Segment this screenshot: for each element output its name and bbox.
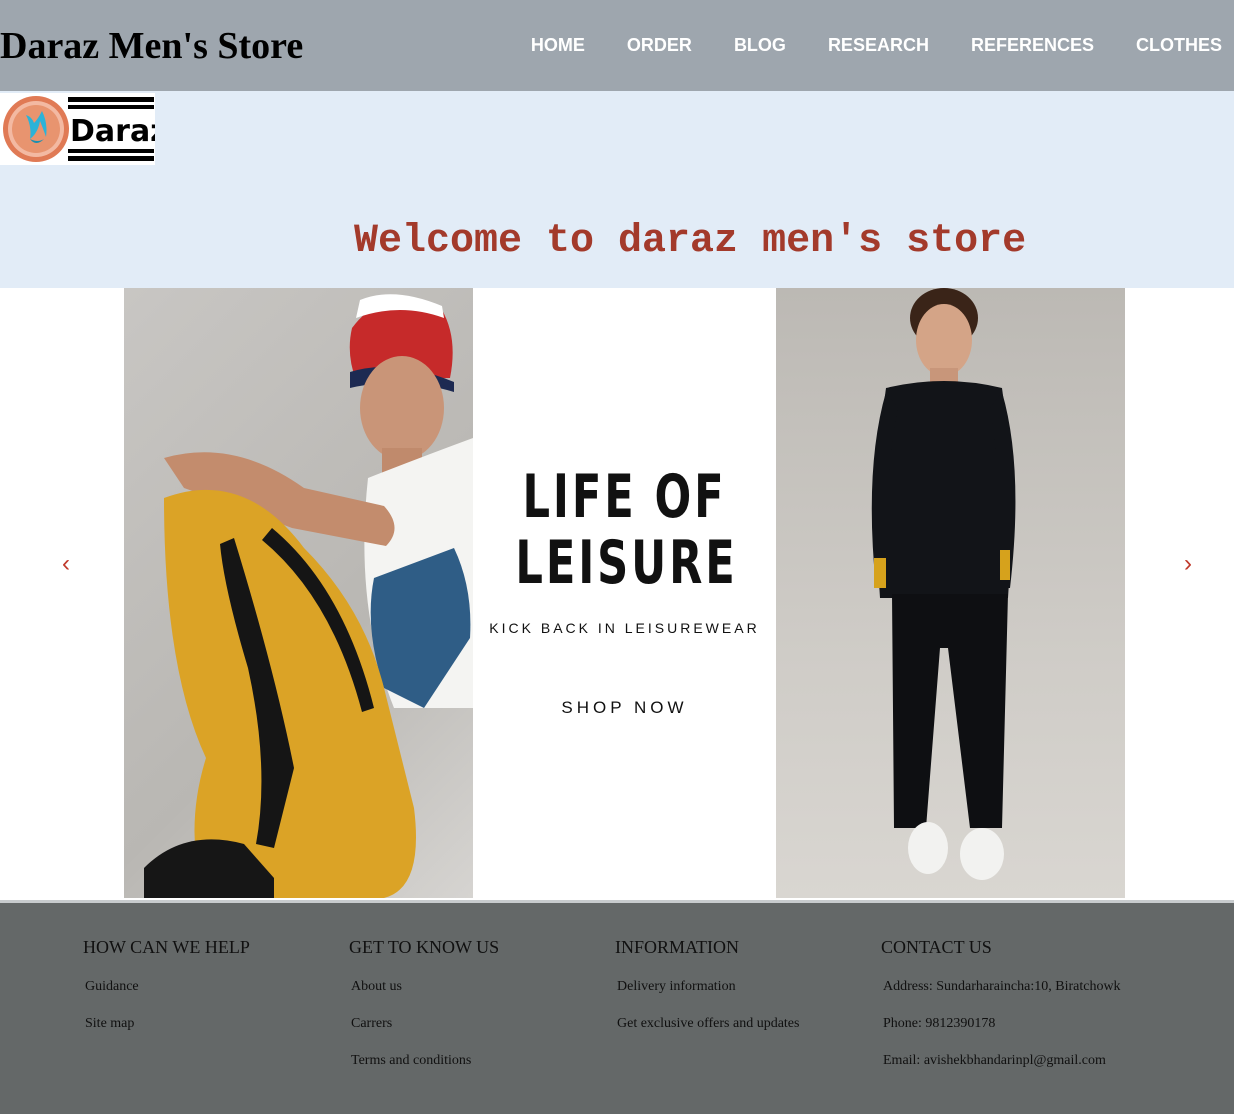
site-footer: HOW CAN WE HELP Guidance Site map GET TO…: [0, 903, 1234, 1114]
footer-link-about-us[interactable]: About us: [351, 979, 499, 995]
contact-phone: Phone: 9812390178: [883, 1016, 996, 1031]
footer-link-site-map[interactable]: Site map: [85, 1016, 250, 1032]
slider-prev-arrow[interactable]: ‹: [62, 550, 70, 578]
footer-heading-know-us: GET TO KNOW US: [349, 937, 500, 957]
model-illustration: [144, 294, 473, 898]
site-header: Daraz Men's Store HOME ORDER BLOG RESEAR…: [0, 0, 1234, 91]
nav-order[interactable]: ORDER: [627, 33, 692, 57]
shop-now-link[interactable]: SHOP NOW: [473, 698, 776, 718]
footer-link-delivery[interactable]: Delivery information: [617, 979, 799, 995]
footer-column-information: INFORMATION Delivery information Get exc…: [615, 937, 799, 1053]
contact-address: Address: Sundarharaincha:10, Biratchowk: [883, 979, 1121, 994]
logo-text: Daraz: [70, 114, 155, 149]
footer-link-offers[interactable]: Get exclusive offers and updates: [617, 1016, 799, 1032]
promo-subtitle: KICK BACK IN LEISUREWEAR: [489, 620, 760, 636]
daraz-logo[interactable]: Daraz: [0, 93, 168, 165]
contact-email: Email: avishekbhandarinpl@gmail.com: [883, 1053, 1106, 1068]
nav-blog[interactable]: BLOG: [734, 33, 786, 57]
footer-heading-contact: CONTACT US: [881, 937, 992, 957]
nav-references[interactable]: REFERENCES: [971, 33, 1094, 57]
promo-title: LIFE OF LEISURE: [515, 462, 738, 598]
model-illustration: [871, 288, 1016, 880]
model-photo-black-sweater: [776, 288, 1125, 898]
hero-slider: ‹ LIFE OF LEISURE KICK BACK IN LEISUREWE…: [0, 288, 1234, 900]
footer-heading-information: INFORMATION: [615, 937, 740, 957]
footer-column-contact: CONTACT US Address: Sundarharaincha:10, …: [881, 937, 1121, 1090]
promo-panel: LIFE OF LEISURE KICK BACK IN LEISUREWEAR…: [473, 288, 776, 898]
main-nav: HOME ORDER BLOG RESEARCH REFERENCES CLOT…: [489, 33, 1222, 57]
welcome-banner: Daraz Welcome to daraz men's store: [0, 91, 1234, 288]
footer-column-know-us: GET TO KNOW US About us Carrers Terms an…: [349, 937, 499, 1090]
footer-link-terms[interactable]: Terms and conditions: [351, 1053, 499, 1069]
logo-graphic: Daraz: [3, 96, 168, 162]
site-title: Daraz Men's Store: [0, 25, 304, 67]
footer-column-help: HOW CAN WE HELP Guidance Site map: [83, 937, 250, 1053]
welcome-heading: Welcome to daraz men's store: [354, 219, 1027, 264]
nav-research[interactable]: RESEARCH: [828, 33, 929, 57]
footer-link-careers[interactable]: Carrers: [351, 1016, 499, 1032]
footer-heading-help: HOW CAN WE HELP: [83, 937, 250, 957]
slider-next-arrow[interactable]: ›: [1184, 550, 1192, 578]
footer-link-guidance[interactable]: Guidance: [85, 979, 250, 995]
nav-clothes[interactable]: CLOTHES: [1136, 33, 1222, 57]
model-photo-yellow-pants: [124, 288, 473, 898]
nav-home[interactable]: HOME: [531, 33, 585, 57]
